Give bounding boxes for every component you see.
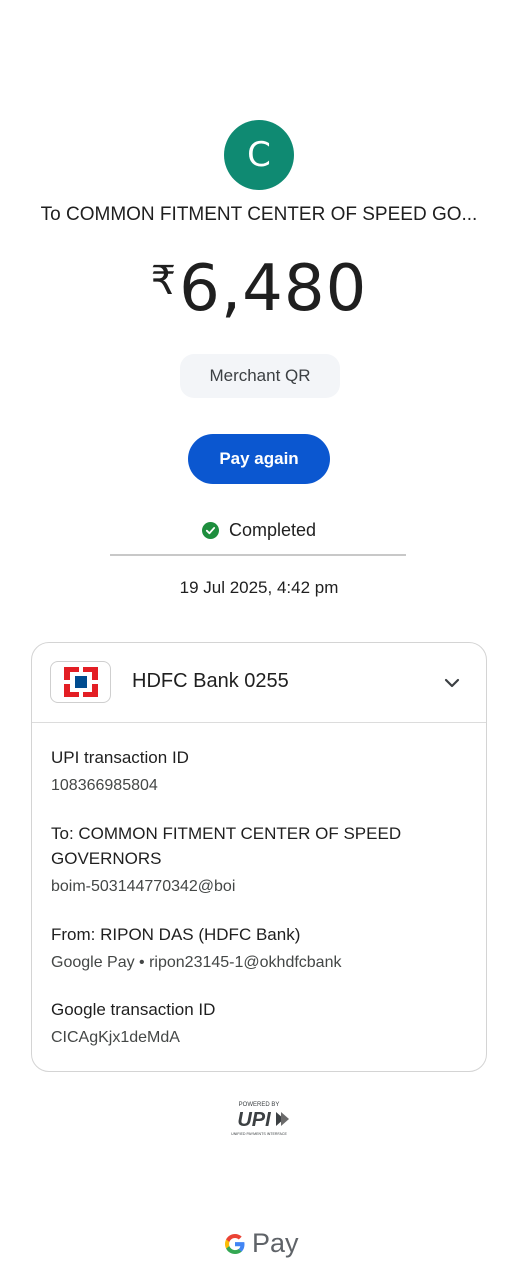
- detail-label: From: RIPON DAS (HDFC Bank): [51, 925, 301, 944]
- upi-tagline-text: UNIFIED PAYMENTS INTERFACE: [231, 1132, 287, 1136]
- detail-value[interactable]: CICAgKjx1deMdA: [51, 1027, 467, 1049]
- detail-value[interactable]: boim-503144770342@boi: [51, 876, 467, 898]
- chevron-down-icon[interactable]: [442, 673, 462, 693]
- payment-status: Completed: [0, 520, 518, 541]
- upi-mark-text: UPI: [237, 1109, 271, 1131]
- payment-amount: ₹6,480: [0, 252, 518, 326]
- upi-powered-by-text: POWERED BY: [239, 1102, 280, 1108]
- status-text: Completed: [228, 520, 317, 540]
- pay-again-button[interactable]: Pay again: [188, 434, 330, 484]
- transaction-details-card: HDFC Bank 0255 UPI transaction ID 108366…: [31, 642, 487, 1072]
- google-transaction-id-section: Google transaction ID CICAgKjx1deMdA: [51, 997, 467, 1049]
- merchant-avatar: C: [224, 120, 294, 190]
- amount-value: 6,480: [179, 252, 368, 326]
- check-circle-icon: [201, 522, 219, 539]
- hdfc-bank-logo-icon: [50, 661, 111, 703]
- detail-value[interactable]: Google Pay • ripon23145-1@okhdfcbank: [51, 952, 467, 974]
- detail-label: UPI transaction ID: [51, 748, 189, 767]
- bank-account-name: HDFC Bank 0255: [132, 670, 289, 692]
- bank-account-header[interactable]: HDFC Bank 0255: [32, 643, 486, 723]
- detail-label: Google transaction ID: [51, 1000, 216, 1019]
- transaction-datetime: 19 Jul 2025, 4:42 pm: [179, 578, 339, 597]
- payment-method-chip: Merchant QR: [180, 354, 340, 398]
- upi-transaction-id-section: UPI transaction ID 108366985804: [51, 745, 467, 797]
- recipient-title: To COMMON FITMENT CENTER OF SPEED GO...: [40, 204, 478, 225]
- detail-value[interactable]: 108366985804: [51, 775, 467, 797]
- payee-section: To: COMMON FITMENT CENTER OF SPEED GOVER…: [51, 821, 467, 898]
- google-pay-logo: Pay: [222, 1228, 299, 1259]
- pay-wordmark: Pay: [252, 1228, 299, 1258]
- payer-section: From: RIPON DAS (HDFC Bank) Google Pay •…: [51, 922, 467, 974]
- google-g-icon: [225, 1233, 245, 1254]
- powered-by-upi-logo: POWERED BY UPI UNIFIED PAYMENTS INTERFAC…: [226, 1098, 292, 1138]
- divider: [110, 554, 406, 556]
- currency-symbol: ₹: [150, 258, 178, 304]
- detail-label: To: COMMON FITMENT CENTER OF SPEED GOVER…: [51, 824, 402, 868]
